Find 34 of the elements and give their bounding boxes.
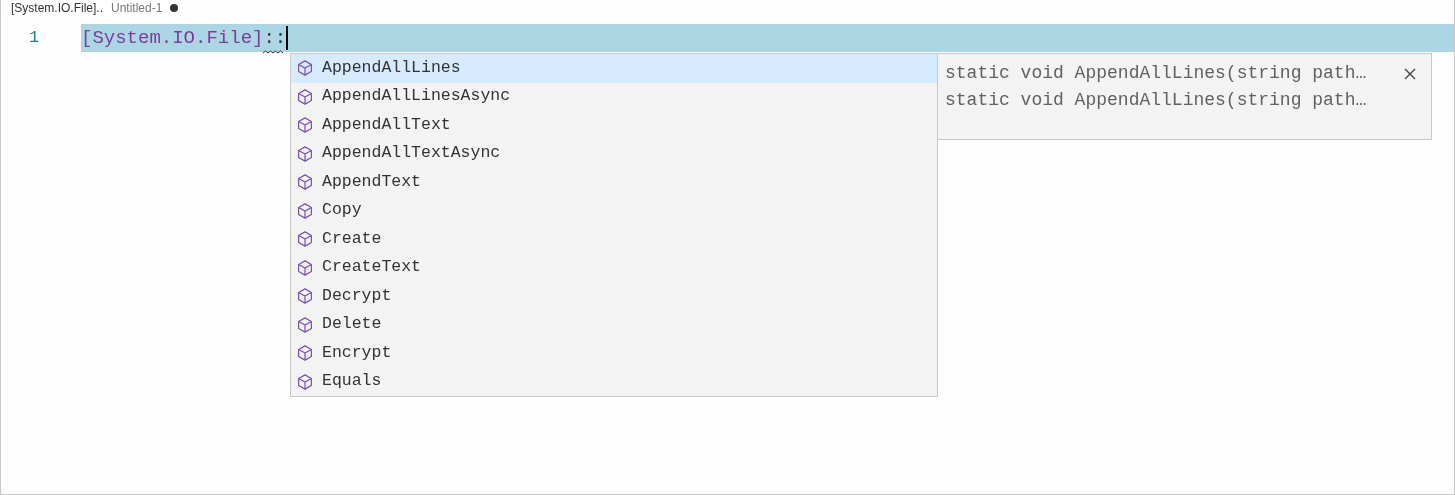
tab-title: [System.IO.File]..: [11, 1, 103, 15]
cube-icon: [296, 344, 314, 363]
cube-icon: [296, 59, 314, 78]
suggestion-item[interactable]: AppendAllTextAsync: [291, 139, 937, 168]
cube-icon: [296, 372, 314, 391]
suggestion-item[interactable]: Decrypt: [291, 282, 937, 311]
suggestion-item[interactable]: AppendAllLines: [291, 54, 937, 83]
suggestion-item[interactable]: Create: [291, 225, 937, 254]
cube-icon: [296, 258, 314, 277]
error-squiggle-icon: [263, 50, 286, 55]
suggestion-item[interactable]: Delete: [291, 310, 937, 339]
cube-icon: [296, 173, 314, 192]
cube-icon: [296, 201, 314, 220]
line-number: 1: [28, 27, 41, 50]
close-icon[interactable]: [1403, 67, 1417, 81]
suggestion-item[interactable]: AppendAllText: [291, 111, 937, 140]
cube-icon: [296, 315, 314, 334]
suggestion-item[interactable]: Copy: [291, 196, 937, 225]
cube-icon: [296, 144, 314, 163]
signature-text: static void AppendAllLines(string path…: [945, 62, 1368, 85]
suggestion-item[interactable]: Equals: [291, 367, 937, 396]
suggestion-item[interactable]: AppendText: [291, 168, 937, 197]
operator-text: ::: [263, 23, 287, 53]
cube-icon: [296, 287, 314, 306]
cube-icon: [296, 87, 314, 106]
suggestion-item[interactable]: AppendAllLinesAsync: [291, 82, 937, 111]
cube-icon: [296, 230, 314, 249]
tab-subtitle: Untitled-1: [111, 1, 163, 15]
type-name: [System.IO.File]: [81, 25, 264, 51]
signature-text: static void AppendAllLines(string path…: [945, 89, 1368, 112]
cube-icon: [296, 116, 314, 135]
suggestion-item[interactable]: Encrypt: [291, 339, 937, 368]
text-cursor: [286, 26, 289, 50]
suggestion-item[interactable]: CreateText: [291, 253, 937, 282]
